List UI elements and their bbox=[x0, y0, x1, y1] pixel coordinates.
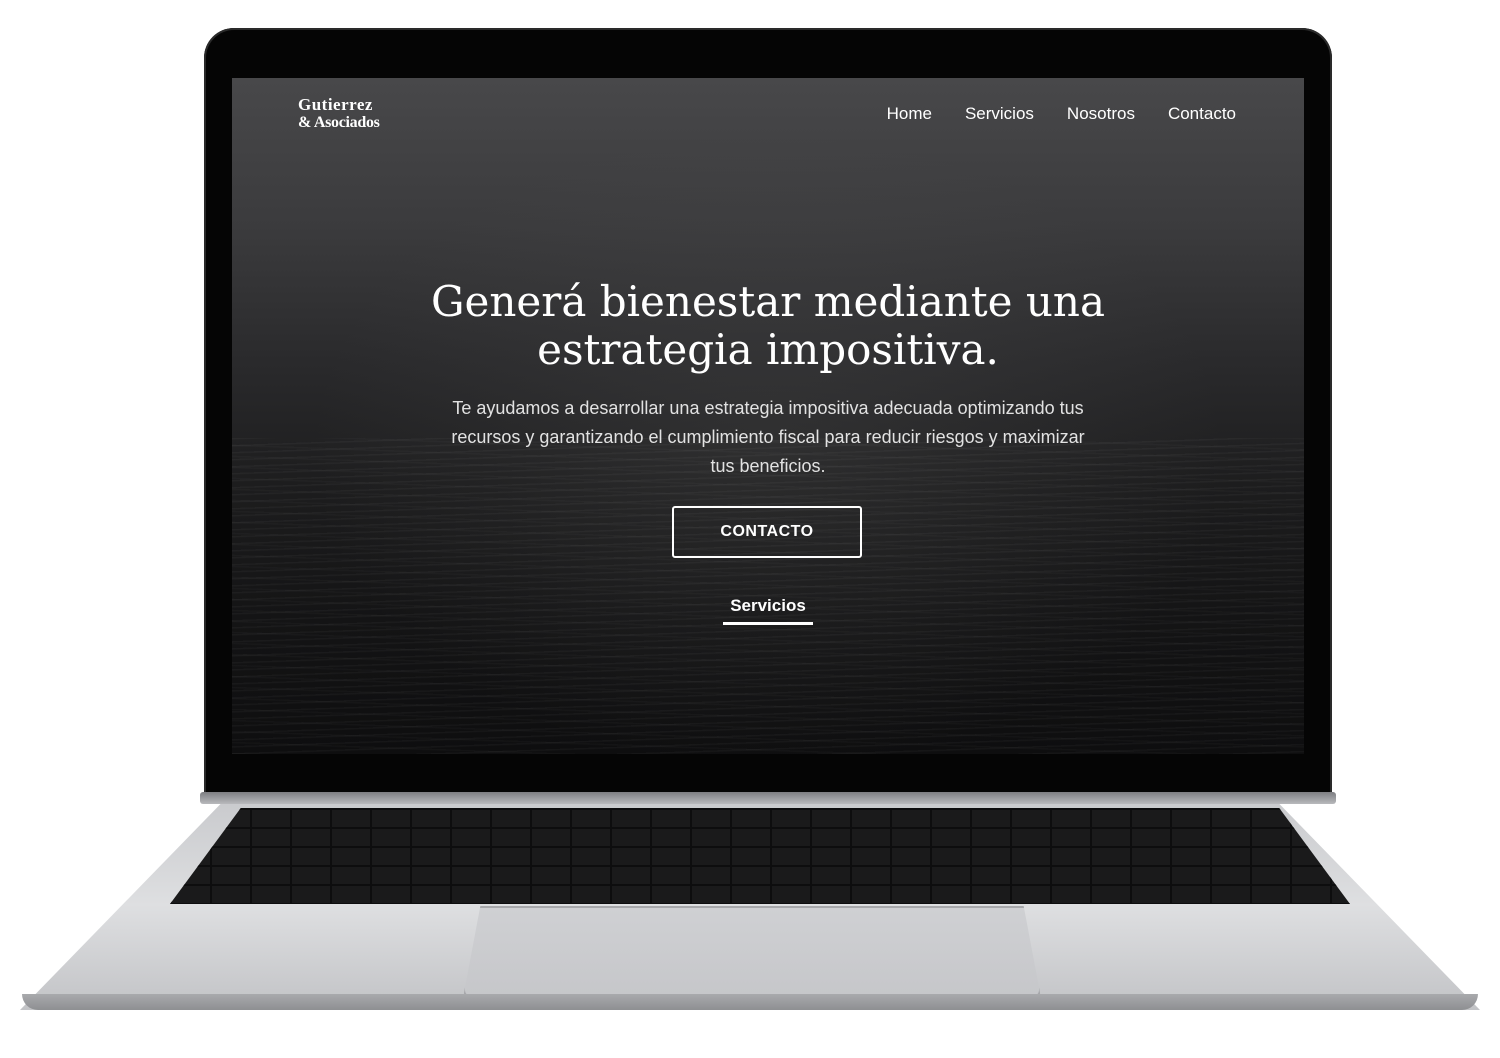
hero-title-text: Generá bienestar mediante una estrategia… bbox=[430, 277, 1106, 374]
main-nav: Home Servicios Nosotros Contacto bbox=[887, 104, 1236, 124]
website-screen: Gutierrez & Asociados Home Servicios Nos… bbox=[232, 78, 1304, 754]
nav-contacto[interactable]: Contacto bbox=[1168, 104, 1236, 124]
servicios-link[interactable]: Servicios bbox=[723, 596, 813, 625]
nav-nosotros[interactable]: Nosotros bbox=[1067, 104, 1135, 124]
hero-subtitle: Te ayudamos a desarrollar una estrategia… bbox=[451, 398, 1085, 476]
hero-title: Generá bienestar mediante una estrategia… bbox=[232, 278, 1304, 374]
contacto-button[interactable]: CONTACTO bbox=[672, 506, 862, 558]
laptop-trackpad bbox=[463, 906, 1041, 998]
laptop-hinge bbox=[200, 792, 1336, 804]
laptop-mockup: Gutierrez & Asociados Home Servicios Nos… bbox=[0, 0, 1500, 1058]
site-logo[interactable]: Gutierrez & Asociados bbox=[298, 96, 380, 132]
nav-home[interactable]: Home bbox=[887, 104, 932, 124]
logo-line-2: & Asociados bbox=[298, 114, 380, 131]
laptop-keyboard bbox=[170, 808, 1350, 904]
nav-servicios[interactable]: Servicios bbox=[965, 104, 1034, 124]
logo-line-1: Gutierrez bbox=[298, 95, 373, 114]
laptop-base-edge bbox=[22, 994, 1478, 1010]
